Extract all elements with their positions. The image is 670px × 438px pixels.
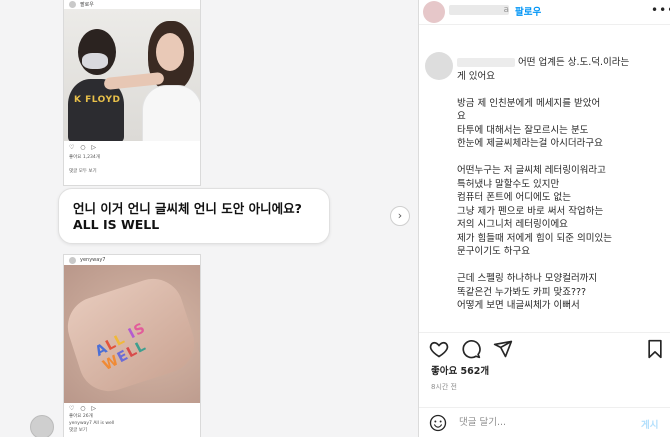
couple-photo: K FLOYD [64,9,200,141]
chat-screenshot-pane: 팔로우 K FLOYD ♡ ○ ▷ 좋아요 1,234개 댓글 모두 보기 언니… [0,0,418,437]
embedded-post-username: 팔로우 [80,1,94,8]
carousel-next-button[interactable]: › [390,206,410,226]
caption-line [457,151,667,165]
avatar [69,0,76,8]
caption-line: 근데 스펠링 하나하나 모양컬러까지 [457,273,598,284]
caption-line: 어떤누구는 저 글씨체 레터링이워라고 [457,165,606,176]
caption-line [457,83,667,97]
caption-line: 어떤 업계든 상.도.덕.이라는 [457,56,667,70]
post-action-bar [419,332,670,363]
embedded-post-likes: 좋아요 26개 [69,414,93,419]
chat-message-bubble: 언니 이거 언니 글씨체 언니 도안 아니에요? ALL IS WELL [58,188,330,244]
person-right-body [142,85,200,141]
caption-line: 한눈에 제글씨체라는걸 아시더라구요 [457,138,603,149]
tattoo-photo: ALL IS WELL [64,265,200,403]
caption-line: 방금 제 인친분에게 메세지를 받았어 [457,97,601,109]
post-side-panel: a 팔로우 ••• 어떤 업계든 상.도.덕.이라는 게 있어요 방금 제 인친… [418,0,670,437]
bookmark-icon[interactable] [645,339,665,359]
author-username[interactable]: a [449,5,509,15]
shirt-print: K FLOYD [74,95,121,105]
face-mask [82,53,108,69]
like-count[interactable]: 좋아요 562개 [431,363,489,377]
post-timestamp: 8시간 전 [431,383,457,391]
caption-line: 그냥 제가 펜으로 바로 써서 작업하는 [457,205,604,217]
author-avatar[interactable] [423,1,445,23]
embedded-post-actions: ♡ ○ ▷ [69,405,99,412]
post-header: a 팔로우 ••• [419,0,670,25]
embedded-post-comment: 댓글 모두 보기 [69,169,97,174]
embedded-post-header: 팔로우 [64,0,200,9]
caption-line: 문구이기도 하구요 [457,246,530,257]
person-right-face [156,33,184,71]
caption-line: 제가 힘들때 저에게 힘이 되준 의미있는 [457,232,612,244]
caption-line: 저의 시그니처 레터링이에요 [457,219,568,230]
caption-line [457,259,667,273]
follow-button[interactable]: 팔로우 [515,4,541,18]
embedded-post-card-bottom: yenyway7 ALL IS WELL ♡ ○ ▷ 좋아요 26개 yenyw… [63,254,201,437]
avatar [69,256,76,264]
chat-message-line: 언니 이거 언니 글씨체 언니 도안 아니에요? [73,201,302,216]
comment-input[interactable] [457,416,621,429]
comment-bar: 게시 [419,407,670,438]
embedded-post-comment: 댓글 보기 [69,428,87,433]
embedded-post-header: yenyway7 [64,255,200,265]
post-caption: 어떤 업계든 상.도.덕.이라는 게 있어요 방금 제 인친분에게 메세지를 받… [457,56,667,328]
caption-line: 특허냈냐 말할수도 있지만 [457,178,560,190]
embedded-post-caption: yenyway7 All is well [69,421,115,426]
caption-line: 게 있어요 [457,70,495,82]
emoji-icon[interactable] [429,414,447,432]
caption-line: 어떻게 보면 내글씨체가 이뻐서 [457,300,580,311]
caption-line: 요 [457,111,466,122]
caption-author-avatar[interactable] [425,52,453,80]
heart-icon[interactable] [429,339,449,359]
more-options-icon[interactable]: ••• [651,3,670,17]
embedded-post-caption: 좋아요 1,234개 [69,155,100,160]
chat-message-line: ALL IS WELL [73,217,160,232]
post-comment-button[interactable]: 게시 [641,417,658,431]
caption-line: 타투에 대해서는 잘모르시는 분도 [457,124,589,136]
embedded-post-card-top: 팔로우 K FLOYD ♡ ○ ▷ 좋아요 1,234개 댓글 모두 보기 [63,0,201,186]
avatar[interactable] [30,415,54,437]
caption-line: 컴퓨터 폰트에 어디에도 없는 [457,192,571,203]
blurred-username [457,58,515,67]
comment-icon[interactable] [461,339,481,359]
caption-line: 똑같은건 누가봐도 카피 맞죠??? [457,286,587,298]
embedded-post-username: yenyway7 [80,257,106,263]
embedded-post-actions: ♡ ○ ▷ [69,144,99,151]
share-icon[interactable] [493,339,513,359]
